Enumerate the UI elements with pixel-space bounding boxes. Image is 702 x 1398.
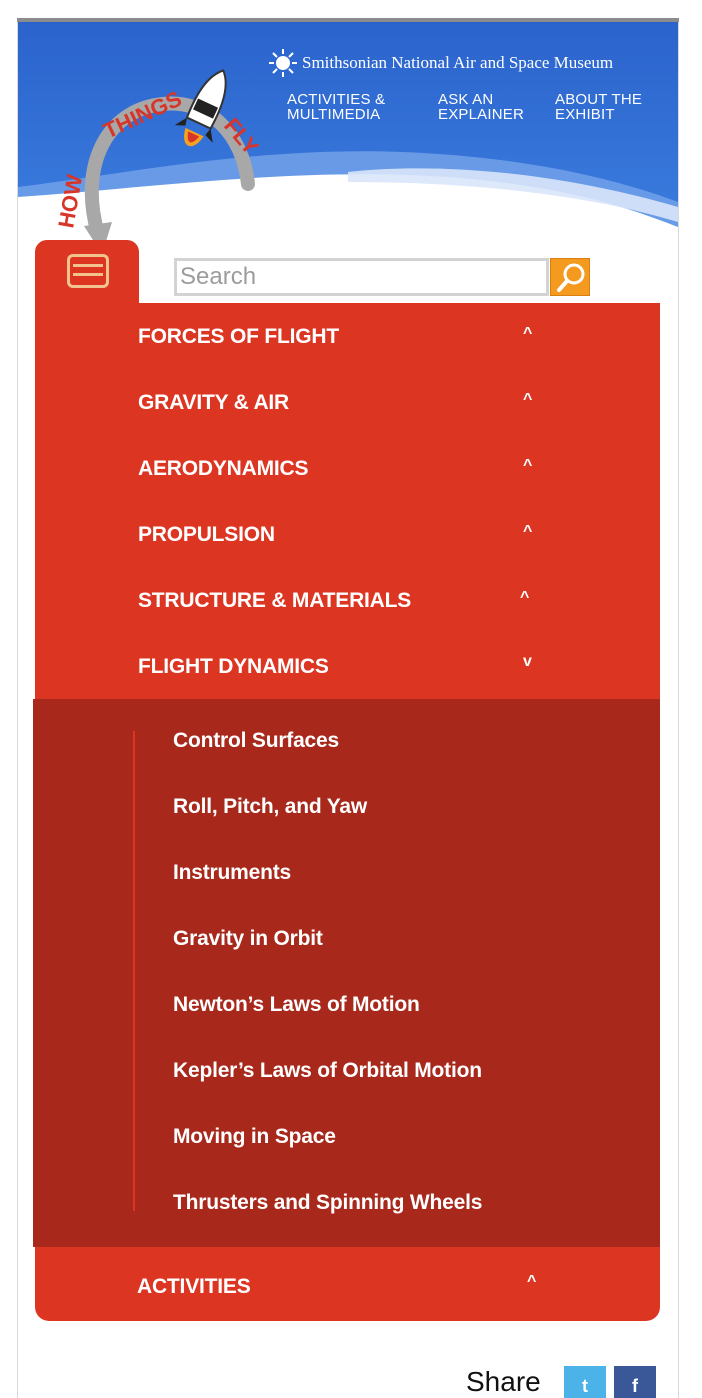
twitter-icon: t [582,1376,588,1396]
menu-item-label: FLIGHT DYNAMICS [138,655,329,678]
page-frame-right [678,22,679,1398]
museum-branding[interactable]: Smithsonian National Air and Space Museu… [268,48,613,78]
nav-label-line2: MULTIMEDIA [287,106,381,123]
chevron-up-icon: ^ [523,391,533,408]
submenu-item-keplers-laws[interactable]: Kepler’s Laws of Orbital Motion [173,1059,482,1083]
menu-item-label: ACTIVITIES [137,1275,251,1298]
nav-label-line1: ABOUT THE [555,91,643,108]
menu-item-activities[interactable]: ACTIVITIES ^ [35,1253,660,1319]
share-label: Share [466,1366,541,1397]
menu-item-gravity-air[interactable]: GRAVITY & AIR ^ [35,369,660,435]
submenu-item-control-surfaces[interactable]: Control Surfaces [173,729,339,753]
nav-label-line1: ACTIVITIES & [287,91,386,108]
menu-item-propulsion[interactable]: PROPULSION ^ [35,501,660,567]
nav-label-line2: EXHIBIT [555,106,615,123]
submenu-item-thrusters-spinning-wheels[interactable]: Thrusters and Spinning Wheels [173,1191,482,1215]
search-button[interactable] [550,258,590,296]
submenu-item-roll-pitch-yaw[interactable]: Roll, Pitch, and Yaw [173,795,367,819]
flight-dynamics-submenu: Control Surfaces Roll, Pitch, and Yaw In… [33,699,660,1247]
menu-item-label: GRAVITY & AIR [138,391,290,414]
menu-item-label: PROPULSION [138,523,275,546]
svg-text:THINGS: THINGS [100,86,186,144]
menu-item-aerodynamics[interactable]: AERODYNAMICS ^ [35,435,660,501]
facebook-share-button[interactable]: f [614,1366,656,1398]
menu-item-structure-materials[interactable]: STRUCTURE & MATERIALS ^ [35,567,660,633]
submenu-item-newtons-laws[interactable]: Newton’s Laws of Motion [173,993,420,1017]
svg-text:HOW: HOW [53,172,87,230]
submenu-item-instruments[interactable]: Instruments [173,861,291,885]
chevron-up-icon: ^ [520,589,530,606]
facebook-icon: f [632,1376,638,1396]
nav-about-the-exhibit[interactable]: ABOUT THE EXHIBIT [555,92,642,122]
museum-name: Smithsonian National Air and Space Museu… [302,53,614,72]
smithsonian-sun-icon [269,49,297,77]
search-input[interactable] [174,258,549,296]
menu-item-label: FORCES OF FLIGHT [138,325,339,348]
chevron-up-icon: ^ [523,523,533,540]
hamburger-icon [67,254,109,288]
chevron-up-icon: ^ [523,457,533,474]
submenu-divider [133,731,135,1211]
chevron-up-icon: ^ [527,1273,537,1290]
chevron-down-icon: v [523,653,532,670]
submenu-item-moving-in-space[interactable]: Moving in Space [173,1125,336,1149]
chevron-up-icon: ^ [523,325,533,342]
nav-label-line1: ASK AN [438,91,494,108]
menu-item-label: STRUCTURE & MATERIALS [138,589,412,612]
menu-toggle-button[interactable] [35,240,139,304]
menu-item-flight-dynamics[interactable]: FLIGHT DYNAMICS v [35,633,660,699]
nav-ask-an-explainer[interactable]: ASK AN EXPLAINER [438,92,524,122]
main-nav-menu: FORCES OF FLIGHT ^ GRAVITY & AIR ^ AEROD… [33,303,660,1321]
submenu-item-gravity-in-orbit[interactable]: Gravity in Orbit [173,927,323,951]
site-header: HOW THINGS FLY Smithsonian National Air … [18,22,678,254]
nav-label-line2: EXPLAINER [438,106,524,123]
menu-item-forces-of-flight[interactable]: FORCES OF FLIGHT ^ [35,303,660,369]
nav-activities-multimedia[interactable]: ACTIVITIES & MULTIMEDIA [287,92,385,122]
magnifier-icon [557,263,585,292]
how-things-fly-logo[interactable]: HOW THINGS FLY [38,44,278,254]
menu-item-label: AERODYNAMICS [138,457,309,480]
twitter-share-button[interactable]: t [564,1366,606,1398]
